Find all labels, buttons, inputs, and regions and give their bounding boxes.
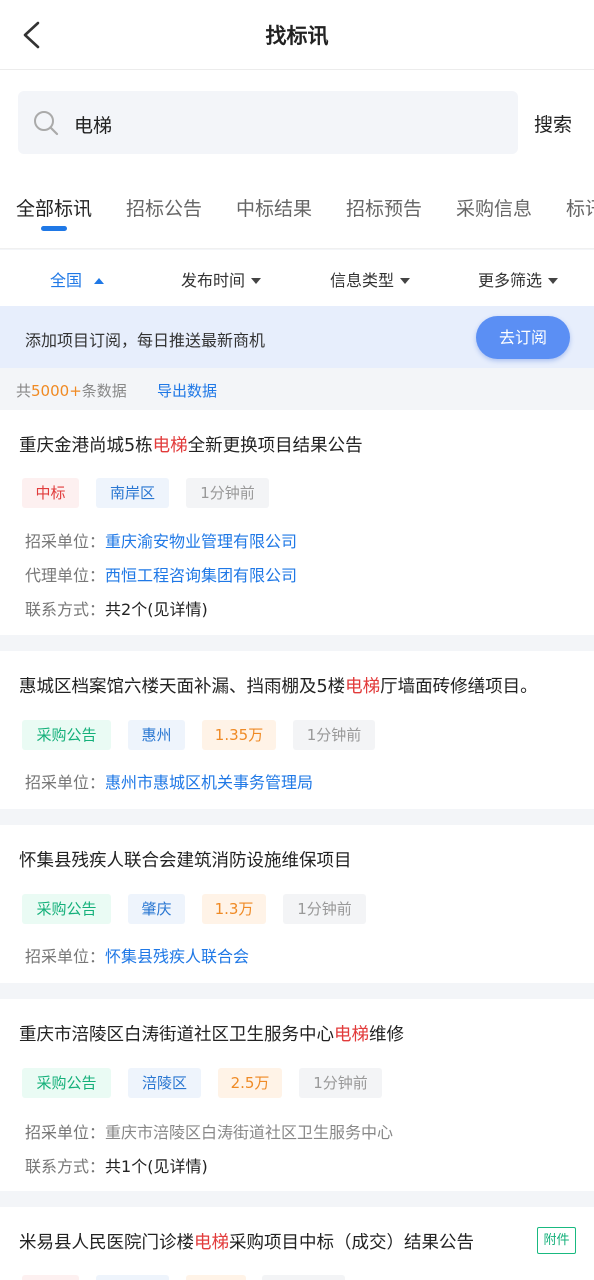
type-tag: 采购公告 — [22, 1068, 111, 1098]
attachment-badge: 附件 — [537, 1227, 576, 1254]
subscribe-banner: 添加项目订阅，每日推送最新商机 去订阅 — [0, 306, 594, 368]
tab-tender-preview[interactable]: 招标预告 — [346, 194, 422, 221]
list-item[interactable]: 重庆金港尚城5栋电梯全新更换项目结果公告 中标 南岸区 1分钟前 招采单位：重庆… — [0, 410, 594, 635]
result-count: 共5000+条数据 — [16, 382, 127, 400]
filter-more[interactable]: 更多筛选 — [478, 267, 559, 291]
region-tag: 惠州 — [128, 720, 185, 750]
purchaser-link[interactable]: 重庆渝安物业管理有限公司 — [105, 532, 297, 551]
search-input[interactable]: 电梯 — [18, 91, 518, 154]
time-tag: 1分钟前 — [293, 720, 375, 750]
purchaser-row: 招采单位：惠州市惠城区机关事务管理局 — [25, 773, 314, 792]
tab-award-result[interactable]: 中标结果 — [236, 194, 312, 221]
search-button[interactable]: 搜索 — [534, 110, 572, 137]
agent-row: 代理单位：西恒工程咨询集团有限公司 — [25, 566, 298, 585]
purchaser-link[interactable]: 惠州市惠城区机关事务管理局 — [105, 773, 313, 792]
time-tag: 1分钟前 — [283, 894, 366, 924]
search-icon — [34, 111, 59, 136]
amount-tag — [186, 1275, 246, 1280]
type-tag: 采购公告 — [22, 894, 111, 924]
page-title: 找标讯 — [265, 24, 329, 48]
export-data-link[interactable]: 导出数据 — [157, 380, 217, 401]
contact-row: 联系方式：共2个(见详情) — [25, 600, 208, 619]
amount-tag: 1.35万 — [202, 720, 276, 750]
item-title: 怀集县残疾人联合会建筑消防设施维保项目 — [19, 851, 352, 871]
purchaser-row: 招采单位：怀集县残疾人联合会 — [25, 947, 250, 966]
tab-all[interactable]: 全部标讯 — [16, 194, 92, 221]
caret-up-icon — [94, 277, 105, 284]
filter-bar: 全国 发布时间 信息类型 更多筛选 — [0, 250, 594, 306]
caret-down-icon — [251, 277, 262, 284]
purchaser-row: 招采单位：重庆渝安物业管理有限公司 — [25, 532, 298, 551]
list-item[interactable]: 米易县人民医院门诊楼电梯采购项目中标（成交）结果公告 附件 — [0, 1207, 594, 1280]
item-title: 重庆金港尚城5栋电梯全新更换项目结果公告 — [19, 436, 363, 456]
contact-row: 联系方式：共1个(见详情) — [25, 1157, 208, 1176]
caret-down-icon — [548, 277, 559, 284]
amount-tag: 2.5万 — [218, 1068, 282, 1098]
search-bar: 电梯 搜索 — [0, 70, 594, 170]
filter-info-type[interactable]: 信息类型 — [330, 267, 411, 291]
item-title: 米易县人民医院门诊楼电梯采购项目中标（成交）结果公告 — [19, 1233, 474, 1253]
subscribe-button[interactable]: 去订阅 — [476, 316, 570, 359]
app-header: 找标讯 — [0, 0, 594, 70]
purchaser-row: 招采单位：重庆市涪陵区白涛街道社区卫生服务中心 — [25, 1123, 394, 1142]
list-item[interactable]: 惠城区档案馆六楼天面补漏、挡雨棚及5楼电梯厅墙面砖修缮项目。 采购公告 惠州 1… — [0, 651, 594, 809]
status-badge — [22, 1275, 79, 1280]
filter-region[interactable]: 全国 — [50, 267, 105, 291]
item-title: 重庆市涪陵区白涛街道社区卫生服务中心电梯维修 — [19, 1025, 404, 1045]
status-badge: 中标 — [22, 478, 79, 508]
active-tab-indicator — [41, 226, 67, 231]
region-tag: 涪陵区 — [128, 1068, 201, 1098]
agent-link[interactable]: 西恒工程咨询集团有限公司 — [105, 566, 297, 585]
time-tag: 1分钟前 — [299, 1068, 382, 1098]
tab-more[interactable]: 标讯 — [566, 194, 594, 221]
region-tag — [96, 1275, 169, 1280]
list-item[interactable]: 重庆市涪陵区白涛街道社区卫生服务中心电梯维修 采购公告 涪陵区 2.5万 1分钟… — [0, 999, 594, 1191]
tab-tender-notice[interactable]: 招标公告 — [126, 194, 202, 221]
purchaser-link[interactable]: 怀集县残疾人联合会 — [105, 947, 249, 966]
type-tag: 采购公告 — [22, 720, 111, 750]
result-summary: 共5000+条数据 导出数据 — [0, 368, 594, 410]
list-item[interactable]: 怀集县残疾人联合会建筑消防设施维保项目 采购公告 肇庆 1.3万 1分钟前 招采… — [0, 825, 594, 983]
time-tag: 1分钟前 — [186, 478, 269, 508]
category-tabs: 全部标讯 招标公告 中标结果 招标预告 采购信息 标讯 — [0, 170, 594, 249]
region-tag: 南岸区 — [96, 478, 169, 508]
region-tag: 肇庆 — [128, 894, 185, 924]
filter-publish-time[interactable]: 发布时间 — [181, 267, 262, 291]
time-tag — [262, 1275, 345, 1280]
tab-procurement-info[interactable]: 采购信息 — [456, 194, 532, 221]
caret-down-icon — [400, 277, 411, 284]
item-title: 惠城区档案馆六楼天面补漏、挡雨棚及5楼电梯厅墙面砖修缮项目。 — [19, 677, 538, 697]
subscribe-text: 添加项目订阅，每日推送最新商机 — [25, 331, 266, 350]
search-query: 电梯 — [74, 115, 113, 137]
amount-tag: 1.3万 — [202, 894, 266, 924]
